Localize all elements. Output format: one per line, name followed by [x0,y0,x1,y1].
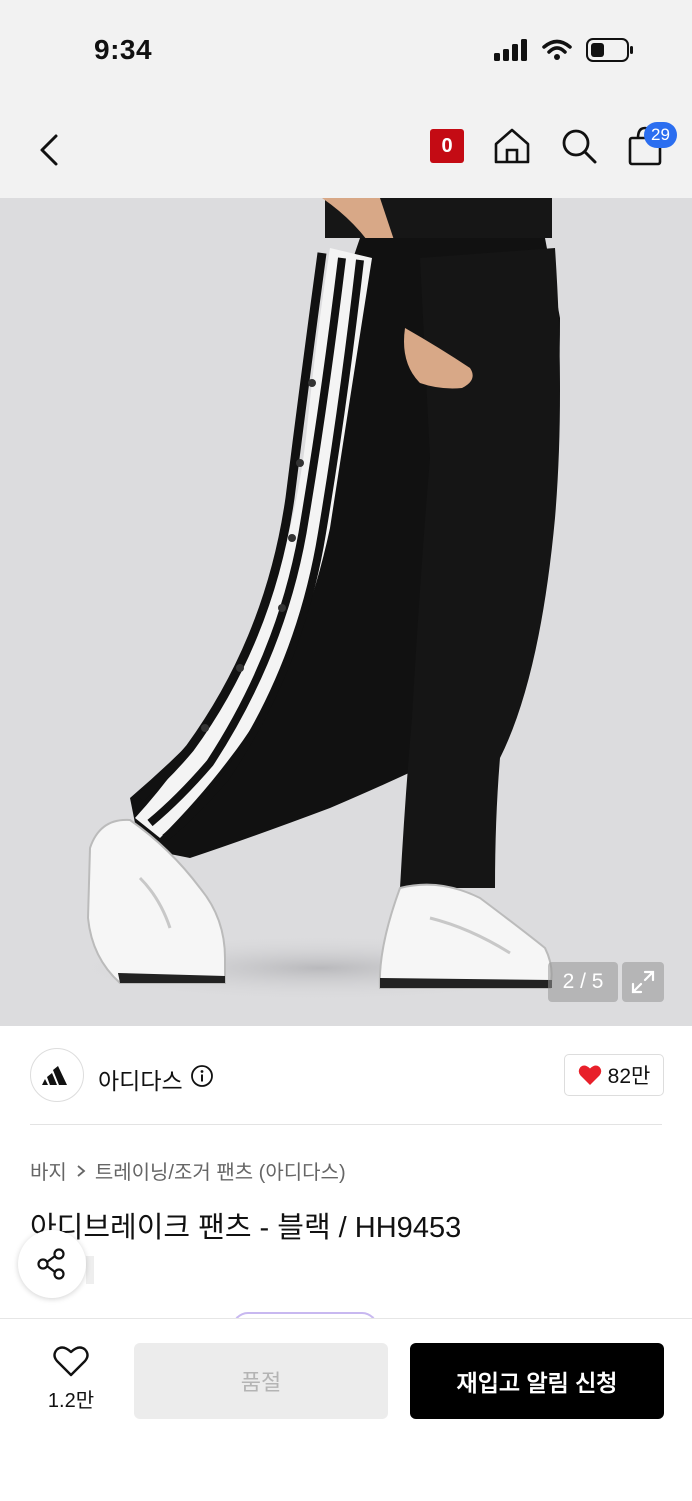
wifi-icon [542,39,572,60]
back-chevron-icon [40,134,58,166]
back-button[interactable] [30,128,70,172]
adidas-logo-icon [42,1066,67,1085]
expand-image-button[interactable] [622,962,664,1002]
expand-icon [631,970,655,994]
product-photo [60,198,580,1002]
soldout-button[interactable]: 품절 [134,1343,388,1419]
status-bar: 9:34 [0,0,692,100]
brand-name[interactable]: 아디다스 [98,1062,183,1096]
share-icon [37,1248,65,1280]
brand-like-count: 82만 [607,1065,651,1088]
share-button[interactable] [18,1230,86,1298]
faded-tag [86,1256,94,1284]
status-icons [494,38,634,62]
nav-actions: 0 29 [430,122,677,168]
info-icon[interactable] [190,1064,214,1088]
heart-outline-icon [53,1346,89,1377]
product-title: 아디브레이크 팬츠 - 블랙 / HH9453 [30,1212,462,1244]
search-icon[interactable] [560,127,598,165]
divider [30,1124,662,1125]
wishlist-button[interactable]: 1.2만 [40,1345,102,1413]
breadcrumb-subcategory[interactable]: 트레이닝/조거 팬츠 (아디다스) [95,1156,346,1185]
home-icon[interactable] [492,126,532,166]
restock-alert-button[interactable]: 재입고 알림 신청 [410,1343,664,1419]
brand-row: 아디다스 82만 [0,1026,692,1126]
zero-badge-button[interactable]: 0 [430,129,464,163]
image-page-indicator: 2 / 5 [548,962,618,1002]
brand-logo[interactable] [30,1048,84,1102]
product-image[interactable] [0,198,692,1026]
navigation-bar: 0 29 [0,100,692,198]
shopping-bag-button[interactable]: 29 [626,122,677,168]
brand-like-button[interactable]: 82만 [564,1054,664,1096]
status-time: 9:34 [94,34,153,65]
heart-icon [578,1065,601,1085]
wishlist-count: 1.2만 [47,1390,95,1412]
cellular-signal-icon [494,39,527,61]
breadcrumb: 바지 트레이닝/조거 팬츠 (아디다스) [30,1156,346,1185]
chevron-right-icon [77,1164,86,1177]
bottom-action-bar: 1.2만 품절 재입고 알림 신청 [0,1318,692,1501]
breadcrumb-category[interactable]: 바지 [30,1156,67,1185]
battery-icon [586,38,633,62]
cart-count-badge: 29 [644,122,677,148]
